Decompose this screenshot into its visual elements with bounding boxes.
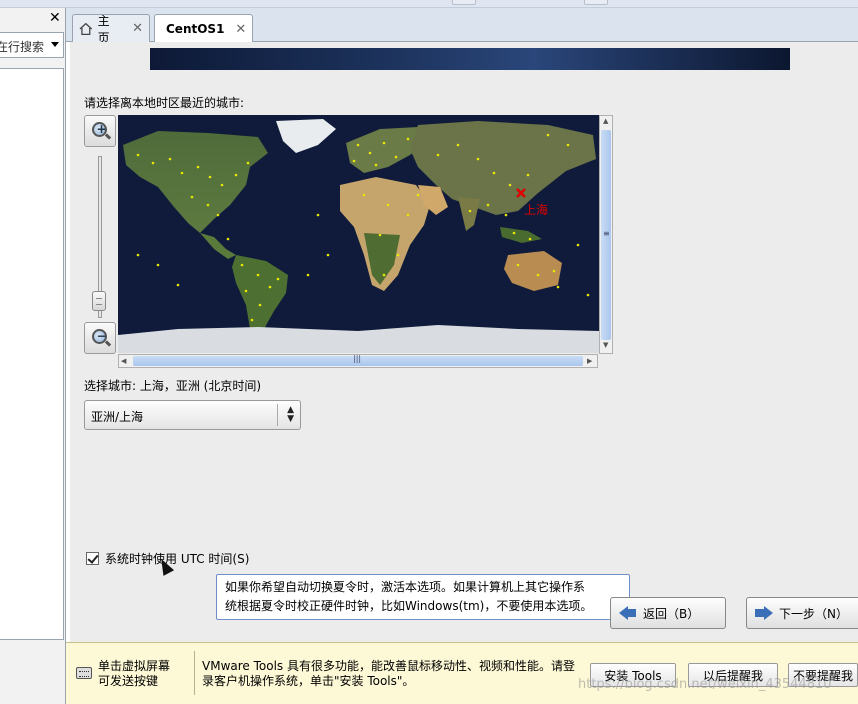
arrow-left-icon (619, 605, 637, 621)
library-list[interactable] (0, 68, 64, 640)
arrow-right-icon (755, 605, 773, 621)
home-icon (79, 22, 93, 35)
timezone-select-value: 亚洲/上海 (91, 410, 144, 424)
library-panel: ✕ 在行搜索 (0, 8, 66, 704)
watermark: https://blog.csdn.net/weixin_43544810 (578, 677, 832, 692)
scroll-up-icon[interactable]: ▲ (603, 117, 608, 125)
scroll-grip-icon: ||| (353, 354, 362, 363)
tab-home-label: 主页 (97, 13, 110, 45)
tab-centos1-close-icon[interactable]: ✕ (235, 22, 246, 37)
utc-checkbox[interactable] (86, 552, 99, 565)
tab-bar: 主页 ✕ CentOS1 ✕ (66, 8, 858, 45)
zoom-in-button[interactable]: + (84, 115, 116, 147)
spin-arrows-icon[interactable]: ▲ ▼ (287, 406, 294, 424)
world-map-image (118, 115, 599, 353)
utc-checkbox-label[interactable]: 系统时钟使用 UTC 时间(S) (105, 550, 249, 567)
guest-screen[interactable]: 请选择离本地时区最近的城市: + − 上海 ▲ ≡ ▼ ◀ ||| ▶ 选择城市… (70, 42, 858, 642)
send-keys-hint: 单击虚拟屏幕 可发送按键 (98, 659, 170, 689)
scroll-right-icon[interactable]: ▶ (587, 357, 592, 365)
send-keys-hint-line-2: 可发送按键 (98, 674, 159, 688)
vmware-tools-bar: 单击虚拟屏幕 可发送按键 VMware Tools 具有很多功能，能改善鼠标移动… (66, 642, 858, 704)
chevron-down-icon[interactable] (51, 42, 59, 47)
installer-banner (150, 48, 790, 70)
zoom-slider-thumb[interactable] (92, 291, 106, 311)
tooltip-line-2: 统根据夏令时校正硬件时钟，比如Windows(tm)，不要使用本选项。 (225, 599, 593, 613)
scroll-left-icon[interactable]: ◀ (121, 357, 126, 365)
window-top-strip (0, 0, 858, 8)
tab-centos1[interactable]: CentOS1 ✕ (154, 14, 253, 43)
divider (194, 651, 195, 695)
toolbar-handle[interactable] (452, 0, 476, 5)
timezone-select[interactable]: 亚洲/上海 ▲ ▼ (84, 400, 301, 430)
next-button-label: 下一步（N） (779, 606, 848, 621)
zoom-in-sign: + (96, 122, 107, 136)
map-vertical-scrollbar[interactable]: ▲ ≡ ▼ (599, 115, 613, 354)
scroll-grip-icon: ≡ (603, 229, 610, 238)
map-city-label: 上海 (524, 203, 549, 217)
toolbar-handle[interactable] (584, 0, 608, 5)
tooltip-line-1: 如果你希望自动切换夏令时，激活本选项。如果计算机上其它操作系 (225, 580, 586, 594)
selected-city-text: 选择城市: 上海，亚洲 (北京时间) (84, 379, 262, 393)
tab-home-close-icon[interactable]: ✕ (132, 21, 143, 36)
tab-centos1-label: CentOS1 (166, 22, 225, 36)
scroll-down-icon[interactable]: ▼ (603, 341, 608, 349)
next-button[interactable]: 下一步（N） (746, 597, 858, 629)
back-button-label: 返回（B） (643, 606, 700, 621)
timezone-prompt: 请选择离本地时区最近的城市: (84, 96, 245, 110)
tab-home[interactable]: 主页 ✕ (72, 14, 150, 45)
keyboard-icon (76, 667, 92, 679)
zoom-out-button[interactable]: − (84, 322, 116, 354)
zoom-out-sign: − (96, 329, 107, 343)
library-search-input[interactable]: 在行搜索 (0, 32, 64, 58)
tools-message: VMware Tools 具有很多功能，能改善鼠标移动性、视频和性能。请登录客户… (202, 659, 575, 688)
utc-tooltip: 如果你希望自动切换夏令时，激活本选项。如果计算机上其它操作系 统根据夏令时校正硬… (216, 574, 630, 620)
library-search-placeholder: 在行搜索 (0, 40, 45, 54)
map-horizontal-scrollbar[interactable]: ◀ ||| ▶ (118, 354, 598, 368)
back-button[interactable]: 返回（B） (610, 597, 726, 629)
library-close-icon[interactable]: ✕ (49, 11, 61, 25)
selected-city-marker-icon[interactable] (516, 188, 526, 198)
send-keys-hint-line-1: 单击虚拟屏幕 (98, 659, 171, 673)
world-map[interactable]: 上海 (118, 115, 599, 353)
